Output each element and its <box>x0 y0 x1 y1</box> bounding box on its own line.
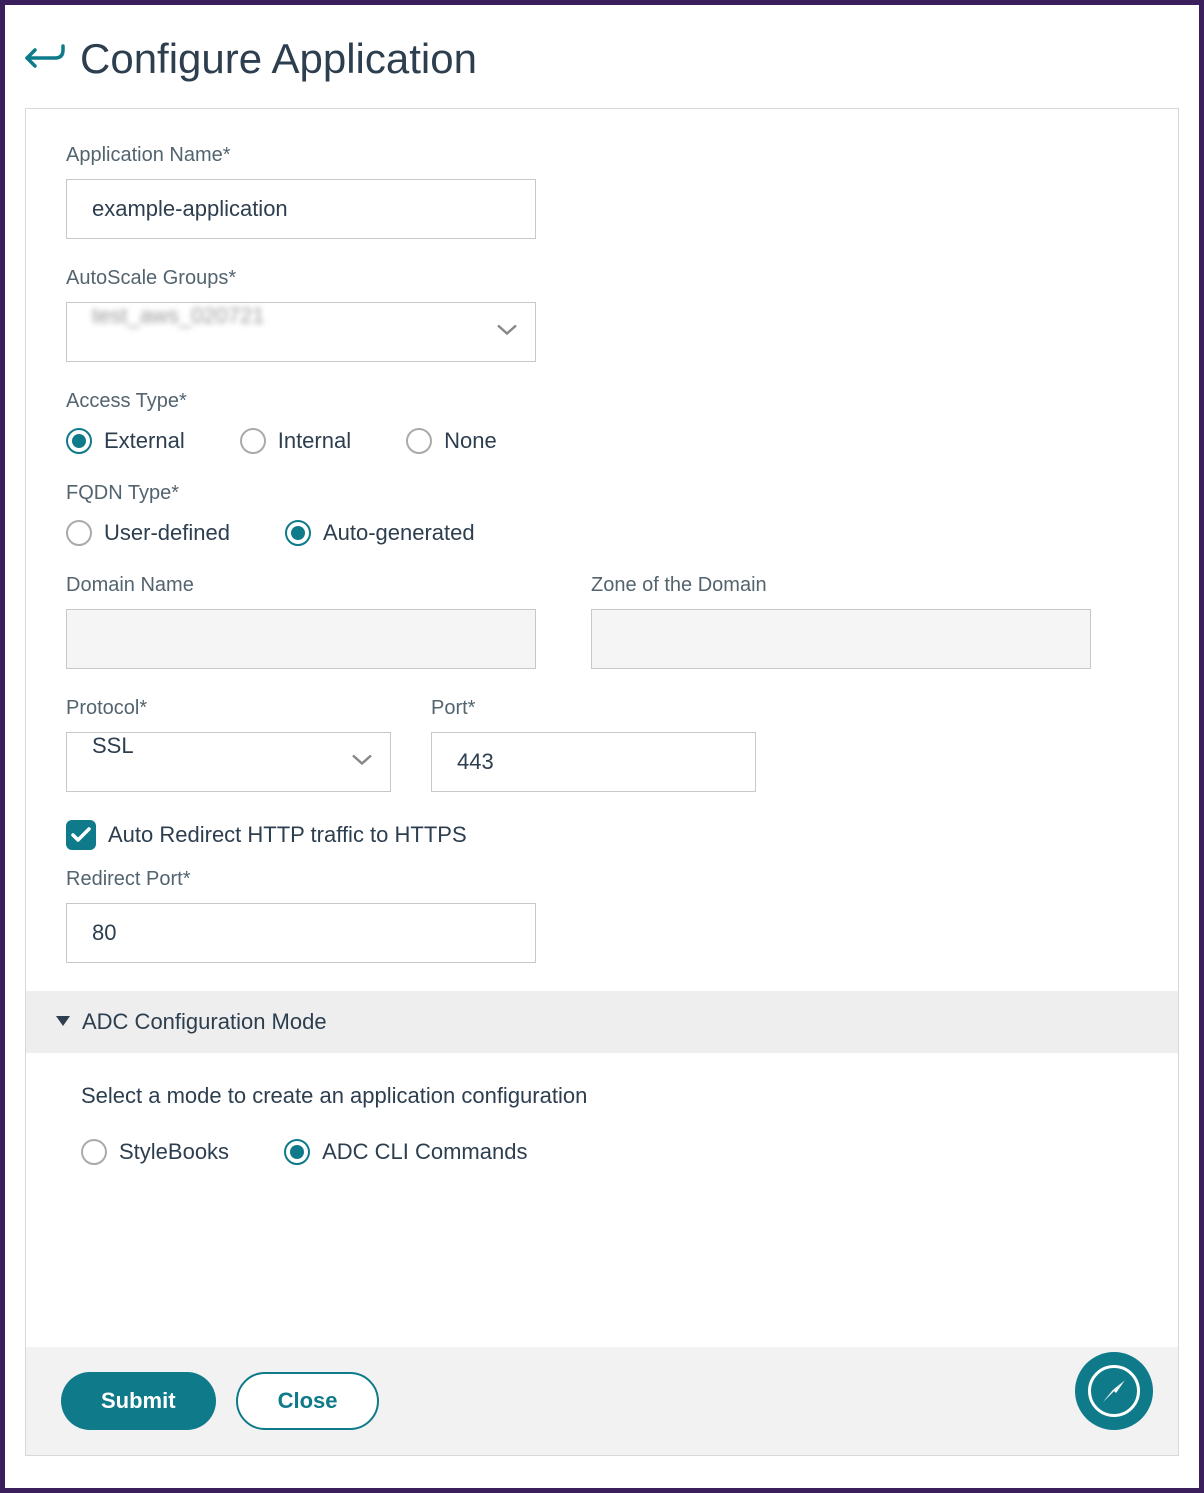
none-label: None <box>444 428 497 454</box>
access-type-none-radio[interactable]: None <box>406 428 497 454</box>
triangle-down-icon <box>56 1013 70 1031</box>
port-input[interactable] <box>431 732 756 792</box>
auto-redirect-checkbox[interactable] <box>66 820 96 850</box>
redirect-port-input[interactable] <box>66 903 536 963</box>
accordion-title: ADC Configuration Mode <box>82 1009 327 1035</box>
radio-selected-icon <box>66 428 92 454</box>
cli-label: ADC CLI Commands <box>322 1139 527 1165</box>
fqdn-type-label: FQDN Type* <box>66 482 1138 505</box>
form-container: Application Name* AutoScale Groups* test… <box>25 108 1179 1456</box>
domain-name-label: Domain Name <box>66 574 536 597</box>
fqdn-user-defined-radio[interactable]: User-defined <box>66 520 230 546</box>
radio-unselected-icon <box>66 520 92 546</box>
navigation-fab[interactable] <box>1075 1352 1153 1430</box>
access-type-external-radio[interactable]: External <box>66 428 185 454</box>
autoscale-label: AutoScale Groups* <box>66 267 1138 290</box>
accordion-header[interactable]: ADC Configuration Mode <box>26 991 1178 1053</box>
mode-stylebooks-radio[interactable]: StyleBooks <box>81 1139 229 1165</box>
app-name-label: Application Name* <box>66 144 1138 167</box>
radio-unselected-icon <box>81 1139 107 1165</box>
protocol-select[interactable]: SSL <box>66 732 391 792</box>
radio-selected-icon <box>285 520 311 546</box>
protocol-label: Protocol* <box>66 697 391 720</box>
submit-button[interactable]: Submit <box>61 1372 216 1430</box>
internal-label: Internal <box>278 428 351 454</box>
mode-description: Select a mode to create an application c… <box>81 1083 1138 1109</box>
auto-generated-label: Auto-generated <box>323 520 475 546</box>
radio-unselected-icon <box>406 428 432 454</box>
autoscale-value: test_aws_020721 <box>92 303 264 328</box>
close-button[interactable]: Close <box>236 1372 380 1430</box>
external-label: External <box>104 428 185 454</box>
app-name-input[interactable] <box>66 179 536 239</box>
back-arrow-icon[interactable] <box>25 42 65 77</box>
zone-label: Zone of the Domain <box>591 574 1091 597</box>
user-defined-label: User-defined <box>104 520 230 546</box>
radio-selected-icon <box>284 1139 310 1165</box>
navigation-arrow-icon <box>1101 1378 1127 1404</box>
zone-input[interactable] <box>591 609 1091 669</box>
checkmark-icon <box>71 827 91 843</box>
autoscale-select[interactable]: test_aws_020721 <box>66 302 536 362</box>
auto-redirect-label: Auto Redirect HTTP traffic to HTTPS <box>108 822 467 848</box>
footer: Submit Close <box>26 1347 1178 1455</box>
access-type-internal-radio[interactable]: Internal <box>240 428 351 454</box>
fqdn-auto-generated-radio[interactable]: Auto-generated <box>285 520 475 546</box>
radio-unselected-icon <box>240 428 266 454</box>
mode-cli-radio[interactable]: ADC CLI Commands <box>284 1139 527 1165</box>
stylebooks-label: StyleBooks <box>119 1139 229 1165</box>
access-type-label: Access Type* <box>66 390 1138 413</box>
page-title: Configure Application <box>80 35 477 83</box>
domain-name-input[interactable] <box>66 609 536 669</box>
port-label: Port* <box>431 697 756 720</box>
redirect-port-label: Redirect Port* <box>66 868 1138 891</box>
